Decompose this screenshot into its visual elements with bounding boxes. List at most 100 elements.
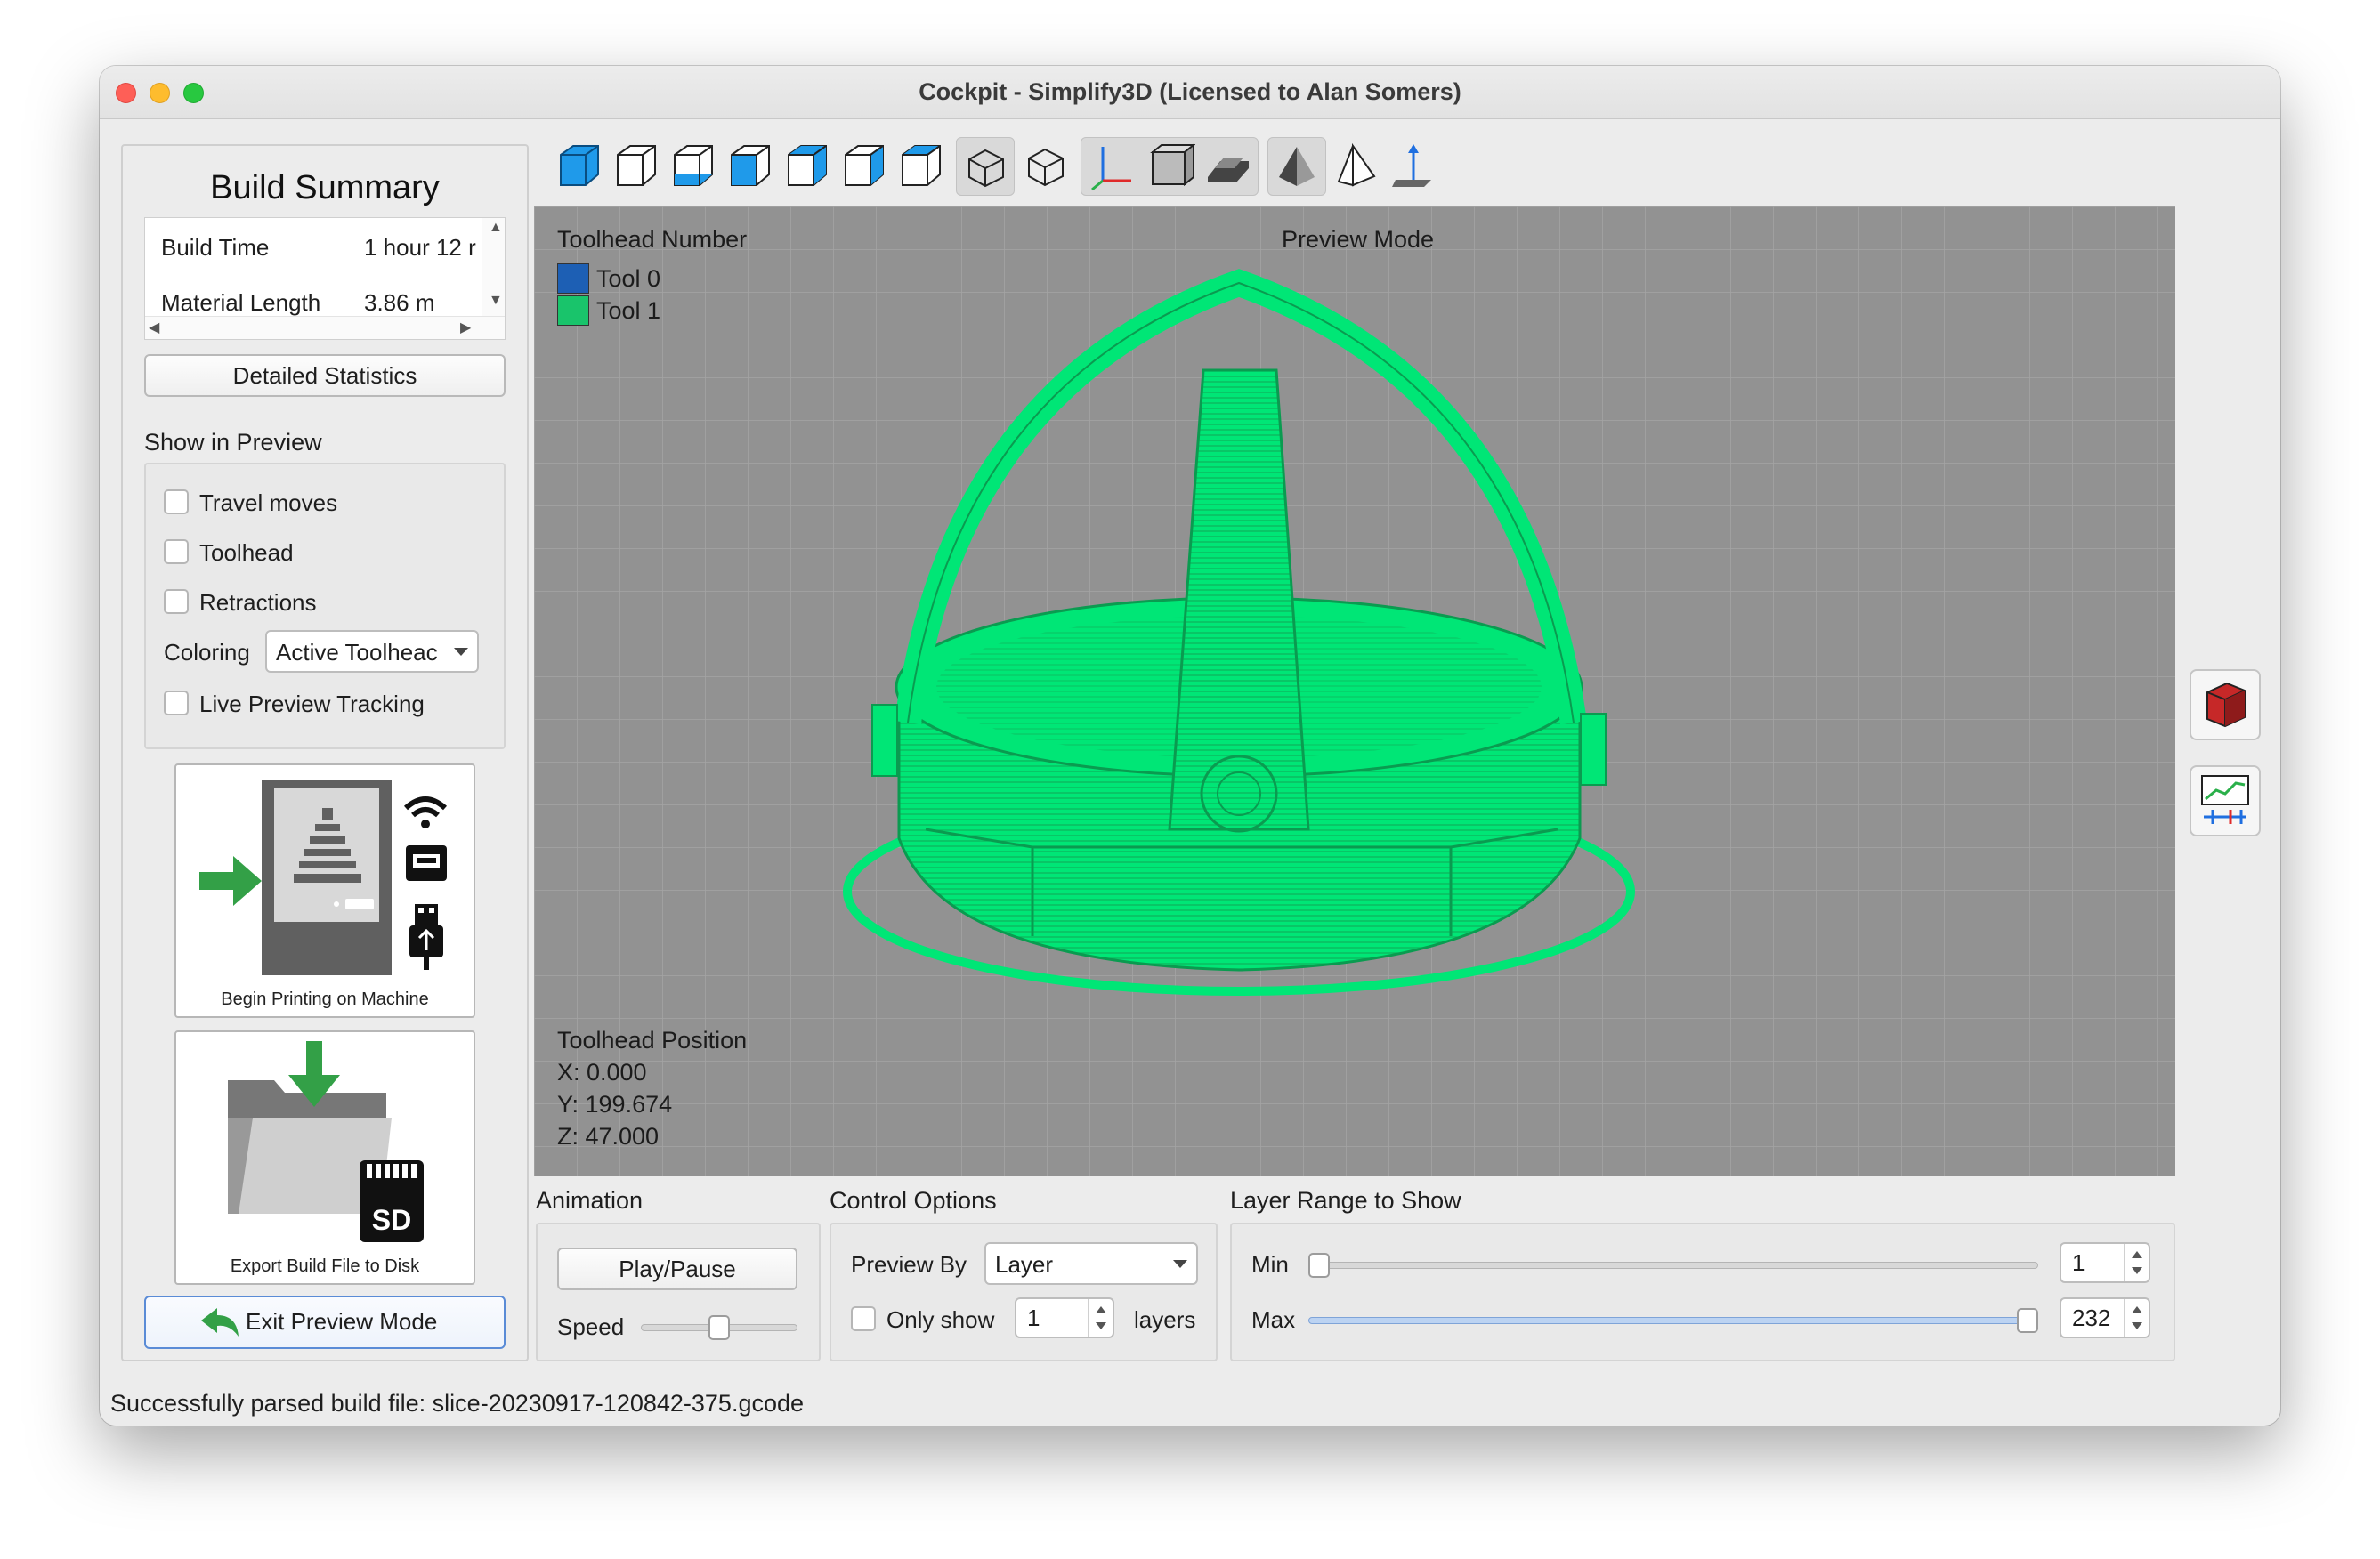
decrement-icon[interactable] — [2132, 1322, 2142, 1329]
view-iso-solid-icon[interactable] — [554, 141, 605, 192]
max-slider-track[interactable] — [1308, 1317, 2038, 1324]
only-show-checkbox[interactable] — [851, 1306, 876, 1331]
view-bottom-icon[interactable] — [895, 141, 947, 192]
min-label: Min — [1251, 1251, 1289, 1278]
toolhead-x: X: 0.000 — [557, 1059, 647, 1086]
view-top-icon[interactable] — [838, 141, 890, 192]
coloring-select[interactable]: Active Toolheac — [265, 630, 479, 673]
only-show-layers-spinner[interactable]: 1 — [1015, 1297, 1114, 1338]
max-layer-spinner[interactable]: 232 — [2060, 1297, 2150, 1338]
begin-printing-button[interactable]: Begin Printing on Machine — [174, 763, 475, 1018]
red-cube-icon — [2206, 682, 2246, 728]
view-toolbar — [532, 135, 1600, 199]
cross-section-icon — [1279, 147, 1315, 186]
scroll-right-icon[interactable]: ▶ — [460, 319, 471, 336]
live-preview-tracking-label: Live Preview Tracking — [199, 691, 425, 717]
layers-label: layers — [1134, 1306, 1196, 1333]
graph-settings-icon — [2201, 775, 2249, 824]
control-options-title: Control Options — [830, 1187, 997, 1214]
export-build-file-button[interactable]: SD Export Build File to Disk — [174, 1030, 475, 1285]
preview-by-value: Layer — [995, 1251, 1054, 1278]
max-slider-knob[interactable] — [2017, 1308, 2038, 1333]
show-in-preview-group: Travel moves Toolhead Retractions Colori… — [144, 463, 506, 749]
vertical-scrollbar[interactable]: ▲ ▼ — [482, 218, 505, 318]
wireframe-cube-icon[interactable] — [1020, 141, 1072, 192]
increment-icon[interactable] — [1096, 1306, 1106, 1313]
speed-label: Speed — [557, 1313, 625, 1340]
min-slider-knob[interactable] — [1308, 1253, 1330, 1278]
min-slider-track[interactable] — [1308, 1262, 2038, 1269]
export-folder-icon: SD — [228, 1041, 424, 1242]
play-pause-button[interactable]: Play/Pause — [557, 1248, 797, 1290]
undo-arrow-icon — [201, 1308, 239, 1337]
scroll-up-icon[interactable]: ▲ — [489, 220, 503, 236]
export-build-file-label: Export Build File to Disk — [230, 1256, 420, 1276]
scroll-left-icon[interactable]: ◀ — [149, 319, 159, 336]
view-back-icon[interactable] — [668, 141, 719, 192]
toolhead-z: Z: 47.000 — [557, 1123, 660, 1150]
move-icon[interactable] — [1388, 141, 1440, 192]
spinner-arrows[interactable] — [2124, 1299, 2149, 1337]
status-bar-text: Successfully parsed build file: slice-20… — [110, 1390, 805, 1417]
preview-by-select[interactable]: Layer — [984, 1242, 1198, 1285]
perspective-toggle[interactable] — [956, 137, 1015, 196]
detailed-statistics-button[interactable]: Detailed Statistics — [144, 354, 506, 397]
min-layer-value: 1 — [2072, 1249, 2085, 1276]
live-preview-tracking-checkbox[interactable] — [164, 691, 189, 715]
app-window: Cockpit - Simplify3D (Licensed to Alan S… — [100, 66, 2280, 1426]
table-row: Build Time 1 hour 12 r — [145, 234, 483, 270]
travel-moves-checkbox[interactable] — [164, 489, 189, 514]
toolhead-checkbox[interactable] — [164, 539, 189, 564]
decrement-icon[interactable] — [2132, 1267, 2142, 1274]
tool0-swatch — [557, 263, 589, 294]
object-view-button[interactable] — [2190, 669, 2261, 740]
build-volume-icon[interactable] — [1144, 141, 1195, 193]
statistics-graph-button[interactable] — [2190, 765, 2261, 836]
view-front-icon[interactable] — [611, 141, 662, 192]
build-summary-title: Build Summary — [210, 169, 440, 206]
begin-printing-label: Begin Printing on Machine — [221, 990, 429, 1009]
increment-icon[interactable] — [2132, 1306, 2142, 1313]
chevron-down-icon — [454, 648, 468, 656]
view-right-icon[interactable] — [781, 141, 833, 192]
axes-icon[interactable] — [1085, 141, 1137, 193]
layer-range-title: Layer Range to Show — [1230, 1187, 1461, 1214]
spinner-arrows[interactable] — [2124, 1244, 2149, 1281]
increment-icon[interactable] — [2132, 1251, 2142, 1258]
sd-card-text: SD — [372, 1204, 411, 1236]
platform-icon[interactable] — [1202, 141, 1254, 193]
printer-transfer-icon — [199, 780, 448, 975]
preview-by-label: Preview By — [851, 1251, 967, 1278]
retractions-checkbox[interactable] — [164, 589, 189, 614]
toolhead-label: Toolhead — [199, 539, 294, 566]
build-summary-table[interactable]: Build Time 1 hour 12 r Material Length 3… — [144, 217, 506, 340]
speed-slider-knob[interactable] — [708, 1315, 730, 1340]
toolhead-number-label: Toolhead Number — [557, 226, 748, 253]
toolhead-position-label: Toolhead Position — [557, 1027, 748, 1054]
min-layer-spinner[interactable]: 1 — [2060, 1242, 2150, 1283]
scroll-down-icon[interactable]: ▼ — [489, 293, 503, 309]
mirror-icon[interactable] — [1332, 141, 1383, 192]
animation-group: Play/Pause Speed — [536, 1223, 821, 1361]
exit-preview-mode-label: Exit Preview Mode — [246, 1308, 438, 1335]
material-length-label: Material Length — [161, 289, 321, 316]
exit-preview-mode-button[interactable]: Exit Preview Mode — [144, 1296, 506, 1349]
toolhead-y: Y: 199.674 — [557, 1091, 673, 1118]
tool1-swatch — [557, 295, 589, 326]
view-left-icon[interactable] — [725, 141, 776, 192]
spinner-arrows[interactable] — [1088, 1299, 1113, 1337]
only-show-layers-value: 1 — [1027, 1305, 1040, 1331]
cross-section-toggle[interactable] — [1267, 137, 1326, 196]
preview-viewport[interactable]: Toolhead Number Preview Mode Tool 0 Tool… — [534, 206, 2175, 1176]
only-show-label: Only show — [886, 1306, 995, 1333]
control-options-group: Preview By Layer Only show 1 layers — [830, 1223, 1218, 1361]
perspective-icon — [968, 149, 1004, 188]
preview-canvas — [534, 206, 2175, 1176]
decrement-icon[interactable] — [1096, 1322, 1106, 1329]
window-title: Cockpit - Simplify3D (Licensed to Alan S… — [919, 78, 1461, 105]
coloring-select-value: Active Toolheac — [276, 639, 438, 666]
layer-range-group: Min 1 Max 232 — [1230, 1223, 2175, 1361]
title-bar: Cockpit - Simplify3D (Licensed to Alan S… — [100, 66, 2280, 119]
retractions-label: Retractions — [199, 589, 317, 616]
horizontal-scrollbar[interactable]: ◀ ▶ — [145, 316, 505, 339]
